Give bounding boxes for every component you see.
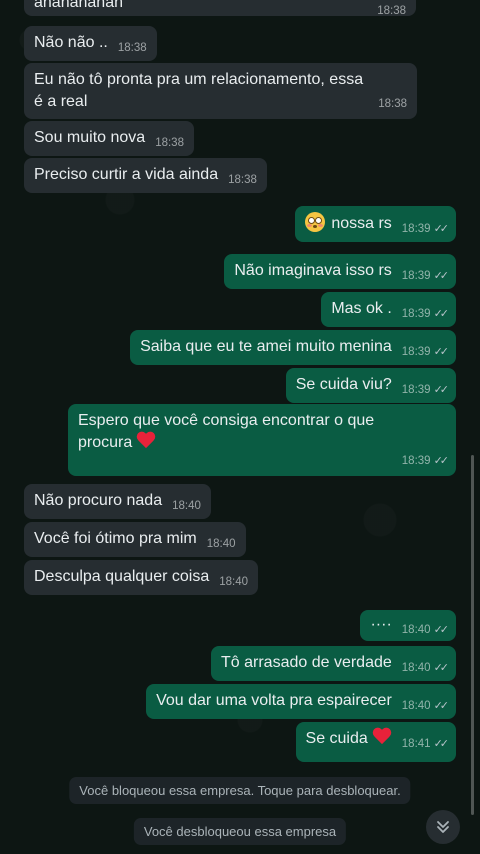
message-time: 18:39 [401,308,431,320]
message-time: 18:39 [401,223,431,235]
message-incoming[interactable]: Não não .. 18:38 [24,26,157,61]
message-time: 18:39 [401,384,431,396]
double-check-icon: ✓✓ [433,346,450,358]
message-outgoing[interactable]: Mas ok . 18:39 ✓✓ [321,292,456,327]
message-time: 18:40 [401,624,431,636]
message-time: 18:40 [401,700,431,712]
message-text: ···· [370,616,392,633]
message-outgoing[interactable]: Saiba que eu te amei muito menina 18:39 ✓✓ [130,330,456,365]
message-time: 18:38 [378,98,407,110]
message-incoming[interactable]: Sou muito nova 18:38 [24,121,194,156]
double-check-icon: ✓✓ [433,700,450,712]
message-outgoing[interactable]: nossa rs 18:39 ✓✓ [295,206,456,242]
message-text: Se cuida viu? [295,376,392,393]
system-message-unblocked: Você desbloqueou essa empresa [133,818,347,845]
message-time: 18:39 [401,455,431,467]
message-outgoing[interactable]: Se cuida viu? 18:39 ✓✓ [285,368,456,403]
message-text: Sou muito nova [34,129,146,146]
message-text: Eu não tô pronta pra um relacionamento, … [34,71,364,110]
message-text: Saiba que eu te amei muito menina [140,338,392,355]
message-time: 18:38 [155,137,184,149]
message-incoming[interactable]: Preciso curtir a vida ainda 18:38 [24,158,267,193]
message-text: ananananan [34,0,123,11]
red-heart-emoji [372,728,392,746]
chevrons-down-icon [437,821,449,833]
message-outgoing[interactable]: Tô arrasado de verdade 18:40 ✓✓ [211,646,456,681]
message-outgoing[interactable]: Se cuida 18:41 ✓✓ [295,722,456,762]
message-time: 18:39 [401,270,431,282]
message-text: Espero que você consiga encontrar o que … [78,412,375,451]
message-time: 18:40 [219,576,248,588]
double-check-icon: ✓✓ [433,455,450,467]
message-incoming[interactable]: Desculpa qualquer coisa 18:40 [24,560,258,595]
message-text: Tô arrasado de verdade [221,654,392,671]
double-check-icon: ✓✓ [433,308,450,320]
scrollbar[interactable] [471,455,474,815]
scroll-to-bottom-button[interactable] [426,810,460,844]
message-incoming[interactable]: Eu não tô pronta pra um relacionamento, … [24,63,417,119]
message-incoming[interactable]: Você foi ótimo pra mim 18:40 [24,522,246,557]
message-time: 18:40 [401,662,431,674]
message-time: 18:38 [117,42,147,54]
system-message-blocked[interactable]: Você bloqueou essa empresa. Toque para d… [69,777,411,804]
double-check-icon: ✓✓ [433,662,450,674]
message-text: Preciso curtir a vida ainda [34,166,219,183]
message-text: Vou dar uma volta pra espairecer [156,692,392,709]
message-text: Não procuro nada [34,492,163,509]
message-incoming[interactable]: ananananan 18:38 [24,0,416,17]
message-time: 18:38 [228,174,257,186]
message-time: 18:39 [401,346,431,358]
double-check-icon: ✓✓ [433,624,450,636]
message-text: nossa rs [331,215,392,232]
message-outgoing[interactable]: ···· 18:40 ✓✓ [360,610,456,641]
double-check-icon: ✓✓ [433,223,450,235]
double-check-icon: ✓✓ [433,738,450,750]
flushed-face-emoji [305,212,326,232]
message-text: Se cuida [305,730,368,747]
red-heart-emoji [136,432,156,450]
message-time: 18:40 [172,500,201,512]
message-text: Não imaginava isso rs [234,262,392,279]
message-text: Você foi ótimo pra mim [34,530,197,547]
double-check-icon: ✓✓ [433,270,450,282]
message-time: 18:40 [206,538,236,550]
message-outgoing[interactable]: Não imaginava isso rs 18:39 ✓✓ [224,254,456,289]
message-text: Mas ok . [331,300,392,317]
message-incoming[interactable]: Não procuro nada 18:40 [24,484,211,519]
message-outgoing[interactable]: Vou dar uma volta pra espairecer 18:40 ✓✓ [146,684,456,719]
message-outgoing[interactable]: Espero que você consiga encontrar o que … [68,404,456,476]
message-text: Desculpa qualquer coisa [34,568,210,585]
message-text: Não não .. [34,34,108,51]
message-time: 18:38 [377,5,406,17]
double-check-icon: ✓✓ [433,384,450,396]
message-time: 18:41 [401,738,431,750]
